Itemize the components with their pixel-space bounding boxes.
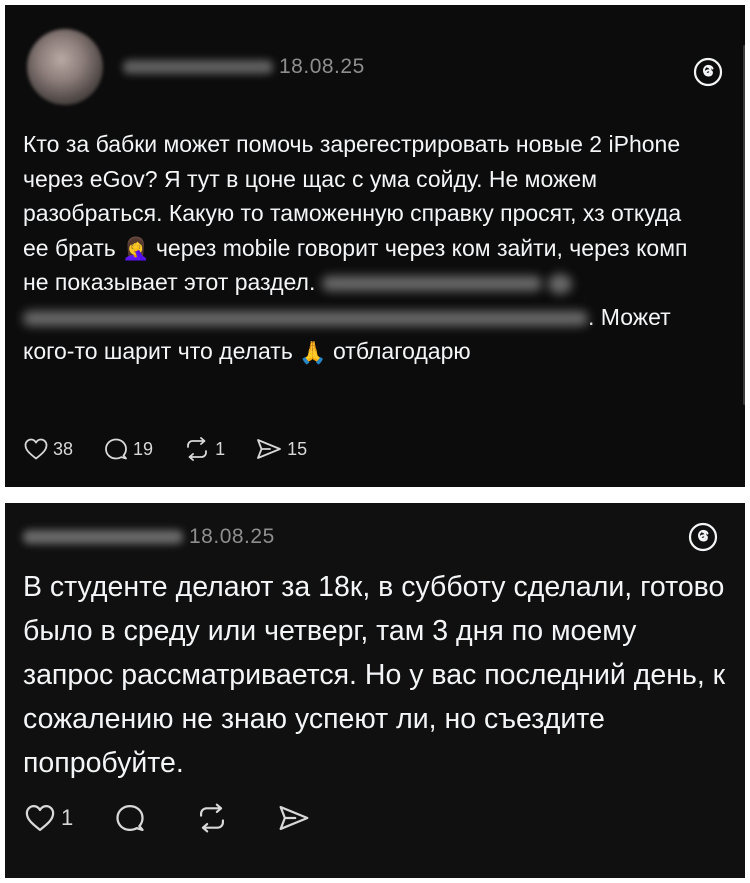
- share-button[interactable]: [277, 803, 311, 833]
- post-text: Кто за бабки может помочь зарегестрирова…: [23, 127, 713, 369]
- comment-bubble-icon: [105, 438, 127, 460]
- comment-button[interactable]: [113, 803, 147, 833]
- heart-icon: [24, 438, 48, 460]
- redacted-emoji: [548, 273, 573, 294]
- redacted-text: [23, 310, 588, 326]
- send-icon: [257, 439, 281, 459]
- username-redacted[interactable]: [123, 60, 273, 74]
- like-count: 1: [61, 805, 74, 830]
- scrollbar[interactable]: [743, 45, 745, 405]
- post-card[interactable]: 18.08.25 В студенте делают за 18к, в суб…: [5, 503, 745, 878]
- share-button[interactable]: 15: [255, 437, 307, 461]
- heart-icon: [25, 805, 55, 831]
- post-timestamp: 18.08.25: [189, 525, 275, 548]
- comment-button[interactable]: 19: [103, 437, 153, 461]
- comment-bubble-icon: [116, 805, 144, 831]
- post-timestamp: 18.08.25: [279, 55, 365, 78]
- post-header: 18.08.25: [23, 525, 275, 549]
- post-card[interactable]: 18.08.25 Кто за бабки может помочь зарег…: [5, 5, 745, 487]
- repost-count: 1: [215, 438, 226, 459]
- repost-icon: [187, 437, 207, 461]
- threads-logo-icon[interactable]: [688, 522, 718, 552]
- repost-button[interactable]: 1: [183, 437, 225, 461]
- threads-logo-icon[interactable]: [693, 57, 723, 87]
- like-button[interactable]: 1: [23, 803, 73, 833]
- repost-button[interactable]: [195, 803, 229, 833]
- post-text-part: отблагодарю: [326, 338, 471, 364]
- like-count: 38: [53, 438, 74, 459]
- username-redacted[interactable]: [23, 530, 183, 544]
- post-header: 18.08.25: [123, 55, 365, 79]
- share-count: 15: [287, 438, 308, 459]
- like-button[interactable]: 38: [23, 437, 73, 461]
- post-actions: 1: [23, 803, 341, 833]
- send-icon: [279, 805, 309, 831]
- repost-icon: [200, 803, 225, 833]
- folded-hands-emoji: 🙏: [299, 339, 327, 365]
- facepalm-emoji: 🤦‍♀️: [122, 236, 150, 262]
- reply-text: В студенте делают за 18к, в субботу сдел…: [23, 571, 726, 779]
- redacted-text: [321, 276, 542, 292]
- post-actions: 38 19 1 15: [23, 437, 337, 461]
- avatar[interactable]: [27, 29, 103, 105]
- comment-count: 19: [133, 438, 154, 459]
